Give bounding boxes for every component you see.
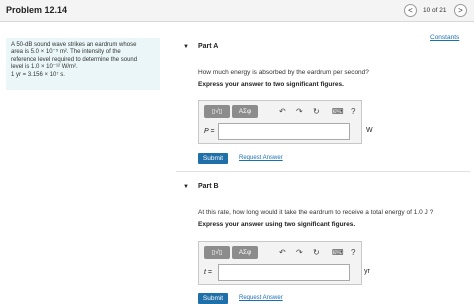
part-a-answer-box: ▯√▯ ΑΣφ ↶ ↷ ↻ ⌨ ? P =	[198, 100, 362, 144]
undo-icon[interactable]: ↶	[279, 246, 286, 259]
part-a-instruction: Express your answer to two significant f…	[198, 81, 344, 88]
problem-statement: A 50-dB sound wave strikes an eardrum wh…	[6, 38, 160, 90]
part-b-title[interactable]: Part B	[198, 183, 219, 190]
part-b-collapse-icon[interactable]: ▼	[183, 184, 189, 190]
part-a-collapse-icon[interactable]: ▼	[183, 44, 189, 50]
part-b-unit: yr	[364, 268, 370, 275]
part-a-answer-input[interactable]	[218, 123, 350, 140]
part-a-request-answer-link[interactable]: Request Answer	[239, 155, 283, 161]
problem-text-line: 1 yr = 3.156 × 10⁷ s.	[11, 71, 65, 78]
templates-button[interactable]: ▯√▯	[204, 246, 230, 259]
help-icon[interactable]: ?	[351, 105, 355, 118]
greek-symbols-button[interactable]: ΑΣφ	[232, 246, 258, 259]
undo-icon[interactable]: ↶	[279, 105, 286, 118]
part-b-answer-box: ▯√▯ ΑΣφ ↶ ↷ ↻ ⌨ ? t =	[198, 241, 362, 285]
part-b-request-answer-link[interactable]: Request Answer	[239, 295, 283, 301]
redo-icon[interactable]: ↷	[296, 105, 303, 118]
part-a-title[interactable]: Part A	[198, 43, 218, 50]
part-b-question: At this rate, how long would it take the…	[198, 209, 434, 216]
constants-link[interactable]: Constants	[430, 34, 459, 41]
part-b-submit-button[interactable]: Submit	[198, 293, 228, 304]
part-b-variable-label: t =	[204, 269, 212, 276]
previous-problem-button[interactable]: <	[404, 4, 417, 17]
problem-text-line: reference level required to determine th…	[11, 56, 138, 63]
keyboard-icon[interactable]: ⌨	[332, 105, 344, 118]
reset-icon[interactable]: ↻	[313, 105, 320, 118]
top-bar: Problem 12.14 < 10 of 21 >	[0, 0, 474, 22]
keyboard-icon[interactable]: ⌨	[332, 246, 344, 259]
part-a-variable-label: P =	[204, 128, 215, 135]
problem-title: Problem 12.14	[6, 5, 68, 15]
part-a-submit-button[interactable]: Submit	[198, 153, 228, 164]
greek-symbols-button[interactable]: ΑΣφ	[232, 105, 258, 118]
templates-button[interactable]: ▯√▯	[204, 105, 230, 118]
section-divider	[176, 171, 470, 172]
part-b-answer-input[interactable]	[218, 264, 350, 281]
problem-text-line: level is 1.0 × 10⁻¹² W/m².	[11, 64, 78, 71]
problem-text-line: area is 5.0 × 10⁻⁵ m². The intensity of …	[11, 49, 121, 56]
redo-icon[interactable]: ↷	[296, 246, 303, 259]
part-b-instruction: Express your answer using two significan…	[198, 221, 356, 228]
problem-counter: 10 of 21	[423, 7, 447, 14]
part-a-question: How much energy is absorbed by the eardr…	[198, 69, 369, 76]
next-problem-button[interactable]: >	[454, 4, 467, 17]
part-a-unit: W	[366, 127, 373, 134]
reset-icon[interactable]: ↻	[313, 246, 320, 259]
help-icon[interactable]: ?	[351, 246, 355, 259]
